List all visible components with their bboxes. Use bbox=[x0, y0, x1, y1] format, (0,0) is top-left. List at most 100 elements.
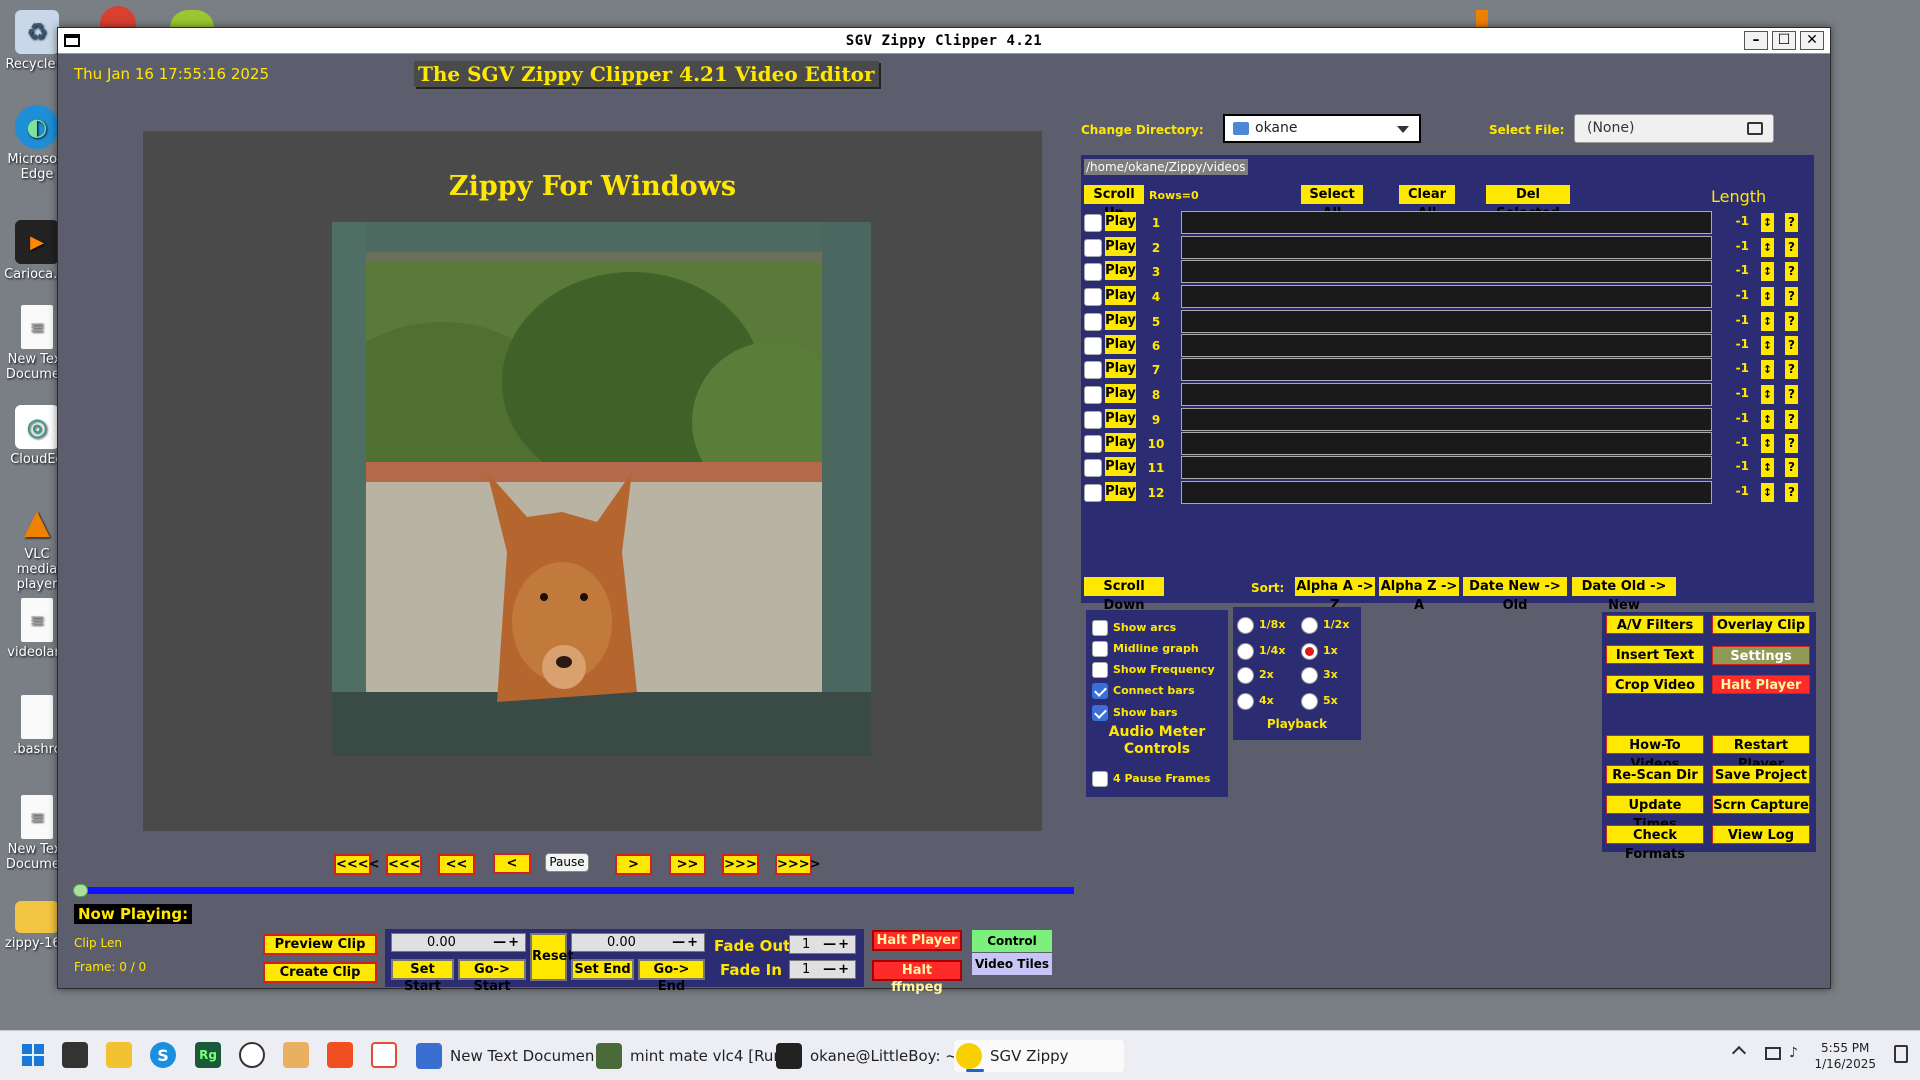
sort-alpha-asc-button[interactable]: Alpha A -> Z bbox=[1295, 577, 1375, 613]
skip-forward-4-button[interactable]: >>>> bbox=[775, 854, 821, 875]
file-select[interactable]: (None) bbox=[1574, 114, 1774, 143]
clear-all-button[interactable]: Clear All bbox=[1399, 185, 1455, 221]
display-icon[interactable] bbox=[1765, 1047, 1781, 1060]
file-row-play-button[interactable]: Play bbox=[1105, 482, 1136, 501]
file-row-checkbox[interactable] bbox=[1084, 239, 1102, 257]
paint-icon[interactable] bbox=[283, 1042, 309, 1068]
show-arcs-checkbox[interactable] bbox=[1092, 620, 1108, 636]
file-row-name-field[interactable] bbox=[1181, 456, 1712, 479]
taskbar-item-zippy[interactable]: SGV Zippy Clipper 4 bbox=[954, 1040, 1124, 1080]
control-page-button[interactable]: Control Page bbox=[972, 930, 1052, 970]
file-row-checkbox[interactable] bbox=[1084, 361, 1102, 379]
brave-icon[interactable] bbox=[327, 1042, 353, 1068]
goto-end-button[interactable]: Go-> End bbox=[638, 959, 705, 994]
del-selected-button[interactable]: Del Selected bbox=[1486, 185, 1570, 221]
file-row-help-button[interactable]: ? bbox=[1785, 312, 1798, 331]
how-to-videos-button[interactable]: How-To Videos bbox=[1606, 735, 1704, 772]
connect-bars-checkbox[interactable] bbox=[1092, 683, 1108, 699]
file-row-play-button[interactable]: Play bbox=[1105, 457, 1136, 476]
speed-1-4x[interactable]: 1/4x bbox=[1237, 642, 1285, 660]
maximize-button[interactable]: ☐ bbox=[1772, 31, 1796, 50]
radio-button[interactable] bbox=[1237, 617, 1254, 634]
skip-forward-3-button[interactable]: >>> bbox=[722, 854, 759, 875]
file-row-play-button[interactable]: Play bbox=[1105, 409, 1136, 428]
start-time-field[interactable]: 0.00 —+ bbox=[391, 933, 526, 952]
file-row-help-button[interactable]: ? bbox=[1785, 336, 1798, 355]
radio-button[interactable] bbox=[1237, 643, 1254, 660]
file-row-name-field[interactable] bbox=[1181, 211, 1712, 234]
file-row-help-button[interactable]: ? bbox=[1785, 385, 1798, 404]
file-row-play-button[interactable]: Play bbox=[1105, 359, 1136, 378]
close-button[interactable]: ✕ bbox=[1800, 31, 1824, 50]
pause-button[interactable]: Pause bbox=[545, 853, 589, 872]
skip-back-2-button[interactable]: << bbox=[438, 854, 475, 875]
app-icon-green[interactable] bbox=[170, 10, 214, 28]
speed-3x[interactable]: 3x bbox=[1301, 666, 1338, 684]
file-row-checkbox[interactable] bbox=[1084, 459, 1102, 477]
fade-out-field[interactable]: 1 —+ bbox=[789, 935, 856, 954]
file-row-move-button[interactable]: ↕ bbox=[1761, 410, 1774, 429]
file-row-move-button[interactable]: ↕ bbox=[1761, 434, 1774, 453]
playback-progress-track[interactable] bbox=[78, 887, 1074, 894]
window-titlebar[interactable]: SGV Zippy Clipper 4.21 – ☐ ✕ bbox=[58, 28, 1830, 54]
file-row-name-field[interactable] bbox=[1181, 383, 1712, 406]
file-row-play-button[interactable]: Play bbox=[1105, 212, 1136, 231]
skip-forward-1-button[interactable]: > bbox=[615, 854, 652, 875]
file-row-name-field[interactable] bbox=[1181, 236, 1712, 259]
file-row-move-button[interactable]: ↕ bbox=[1761, 360, 1774, 379]
end-time-field[interactable]: 0.00 —+ bbox=[571, 933, 705, 952]
taskbar-clock[interactable]: 5:55 PM 1/16/2025 bbox=[1814, 1040, 1876, 1072]
chevron-up-icon[interactable] bbox=[1731, 1045, 1747, 1061]
scroll-up-button[interactable]: Scroll Up bbox=[1084, 185, 1144, 221]
crop-video-button[interactable]: Crop Video bbox=[1606, 675, 1704, 694]
file-row-name-field[interactable] bbox=[1181, 310, 1712, 333]
view-log-button[interactable]: View Log bbox=[1712, 825, 1810, 844]
file-row-play-button[interactable]: Play bbox=[1105, 261, 1136, 280]
file-row-checkbox[interactable] bbox=[1084, 263, 1102, 281]
preview-clip-button[interactable]: Preview Clip bbox=[263, 934, 377, 955]
file-row-checkbox[interactable] bbox=[1084, 313, 1102, 331]
settings-button[interactable]: Settings bbox=[1712, 646, 1810, 665]
radio-button[interactable] bbox=[1301, 693, 1318, 710]
file-row-help-button[interactable]: ? bbox=[1785, 410, 1798, 429]
file-row-help-button[interactable]: ? bbox=[1785, 483, 1798, 502]
rg-app-icon[interactable]: Rg bbox=[195, 1042, 221, 1068]
halt-player-tools-button[interactable]: Halt Player bbox=[1712, 675, 1810, 694]
speed-1x[interactable]: 1x bbox=[1301, 642, 1338, 660]
speed-1-2x[interactable]: 1/2x bbox=[1301, 616, 1349, 634]
insert-text-button[interactable]: Insert Text bbox=[1606, 645, 1704, 664]
show-frequency-checkbox[interactable] bbox=[1092, 662, 1108, 678]
file-row-name-field[interactable] bbox=[1181, 334, 1712, 357]
overlay-clip-button[interactable]: Overlay Clip bbox=[1712, 615, 1810, 634]
skip-back-4-button[interactable]: <<<< bbox=[334, 854, 380, 875]
circle-app-icon[interactable] bbox=[239, 1042, 265, 1068]
restart-player-button[interactable]: Restart Player bbox=[1712, 735, 1810, 772]
speaker-icon[interactable]: ♪ bbox=[1789, 1045, 1803, 1061]
start-time-spinner[interactable]: —+ bbox=[493, 934, 521, 951]
sort-date-old-new-button[interactable]: Date Old -> New bbox=[1572, 577, 1676, 613]
file-row-checkbox[interactable] bbox=[1084, 214, 1102, 232]
midline-graph-checkbox[interactable] bbox=[1092, 641, 1108, 657]
sort-alpha-desc-button[interactable]: Alpha Z -> A bbox=[1379, 577, 1459, 613]
file-row-play-button[interactable]: Play bbox=[1105, 335, 1136, 354]
file-row-checkbox[interactable] bbox=[1084, 484, 1102, 502]
taskbar-item-vm[interactable]: mint mate vlc4 [Rur bbox=[594, 1040, 780, 1072]
goto-start-button[interactable]: Go-> Start bbox=[458, 959, 526, 994]
file-row-play-button[interactable]: Play bbox=[1105, 433, 1136, 452]
directory-select[interactable]: okane bbox=[1223, 114, 1421, 143]
file-row-play-button[interactable]: Play bbox=[1105, 286, 1136, 305]
reset-button[interactable]: Reset bbox=[530, 933, 574, 981]
speed-2x[interactable]: 2x bbox=[1237, 666, 1274, 684]
rescan-dir-button[interactable]: Re-Scan Dir bbox=[1606, 765, 1704, 784]
radio-button[interactable] bbox=[1301, 667, 1318, 684]
midline-graph-option[interactable]: Midline graph bbox=[1092, 640, 1199, 658]
video-frame[interactable] bbox=[332, 222, 871, 756]
scrn-capture-button[interactable]: Scrn Capture bbox=[1712, 795, 1810, 814]
speed-4x[interactable]: 4x bbox=[1237, 692, 1274, 710]
radio-button[interactable] bbox=[1301, 617, 1318, 634]
fade-in-spinner[interactable]: —+ bbox=[823, 961, 851, 978]
select-all-button[interactable]: Select All bbox=[1301, 185, 1363, 221]
file-row-help-button[interactable]: ? bbox=[1785, 287, 1798, 306]
set-end-button[interactable]: Set End bbox=[571, 959, 634, 980]
file-row-checkbox[interactable] bbox=[1084, 435, 1102, 453]
